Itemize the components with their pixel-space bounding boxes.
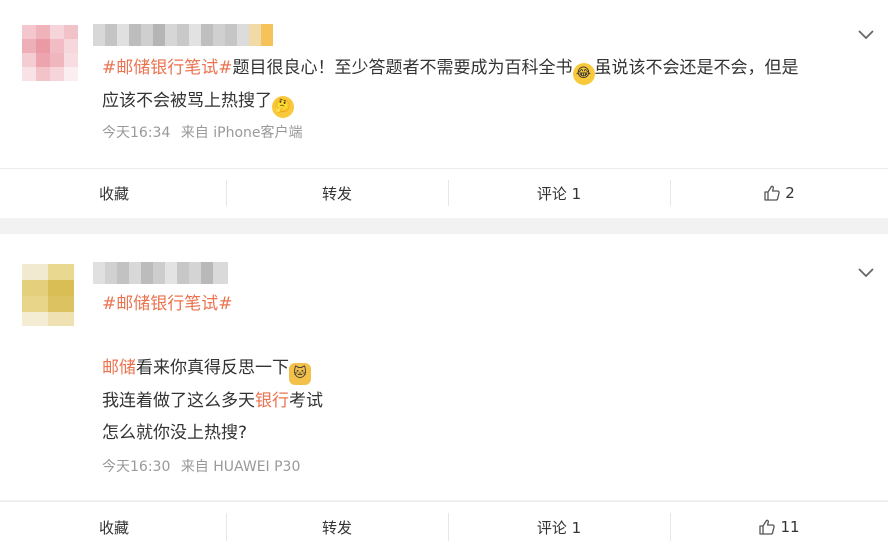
like-button[interactable]: 2 [670, 168, 888, 218]
comment-button[interactable]: 评论 1 [448, 501, 670, 553]
username-blurred[interactable] [93, 262, 228, 284]
post-card-2: #邮储银行笔试# 邮储看来你真得反思一下 🐱 我连着做了这么多天银行考试 怎么就你… [0, 234, 888, 500]
chevron-down-icon[interactable] [858, 30, 874, 40]
post-topic-line: #邮储银行笔试# [102, 288, 858, 320]
avatar[interactable] [22, 25, 78, 85]
post-meta: 今天16:30 来自 HUAWEI P30 [102, 456, 300, 476]
laughing-tears-emoji: 😂 [572, 63, 595, 85]
action-bar: 收藏 转发 评论 1 2 [0, 168, 888, 218]
comment-button[interactable]: 评论 1 [448, 168, 670, 218]
cat-face-emoji: 🐱 [289, 363, 311, 385]
post-text: #邮储银行笔试#题目很良心！至少答题者不需要成为百科全书 😂 虽说该不会还是不会，但… [102, 52, 858, 118]
like-button[interactable]: 11 [670, 501, 888, 553]
topic-link[interactable]: #邮储银行笔试# [102, 58, 233, 78]
post-time[interactable]: 今天16:30 [102, 459, 170, 475]
thumb-up-icon [759, 519, 776, 535]
post-meta: 今天16:34 来自 iPhone客户端 [102, 122, 303, 142]
post-source: 来自 HUAWEI P30 [180, 459, 301, 475]
highlight-keyword[interactable]: 银行 [255, 391, 289, 411]
action-bar: 收藏 转发 评论 1 11 [0, 501, 888, 553]
favorite-button[interactable]: 收藏 [0, 501, 228, 553]
highlight-keyword[interactable]: 邮储 [102, 358, 136, 378]
post-time[interactable]: 今天16:34 [102, 125, 170, 141]
chevron-down-icon[interactable] [858, 268, 874, 278]
post-text: 邮储看来你真得反思一下 🐱 我连着做了这么多天银行考试 怎么就你没上热搜? [102, 358, 323, 443]
post-source: 来自 iPhone客户端 [180, 125, 303, 141]
thinking-emoji: 🤔 [272, 96, 294, 118]
topic-link[interactable]: #邮储银行笔试# [102, 294, 233, 314]
repost-button[interactable]: 转发 [226, 501, 448, 553]
username-blurred[interactable] [93, 24, 273, 46]
repost-button[interactable]: 转发 [226, 168, 448, 218]
favorite-button[interactable]: 收藏 [0, 168, 228, 218]
thumb-up-icon [764, 185, 780, 201]
avatar[interactable] [22, 264, 74, 326]
post-card-1: #邮储银行笔试#题目很良心！至少答题者不需要成为百科全书 😂 虽说该不会还是不会，但… [0, 0, 888, 168]
